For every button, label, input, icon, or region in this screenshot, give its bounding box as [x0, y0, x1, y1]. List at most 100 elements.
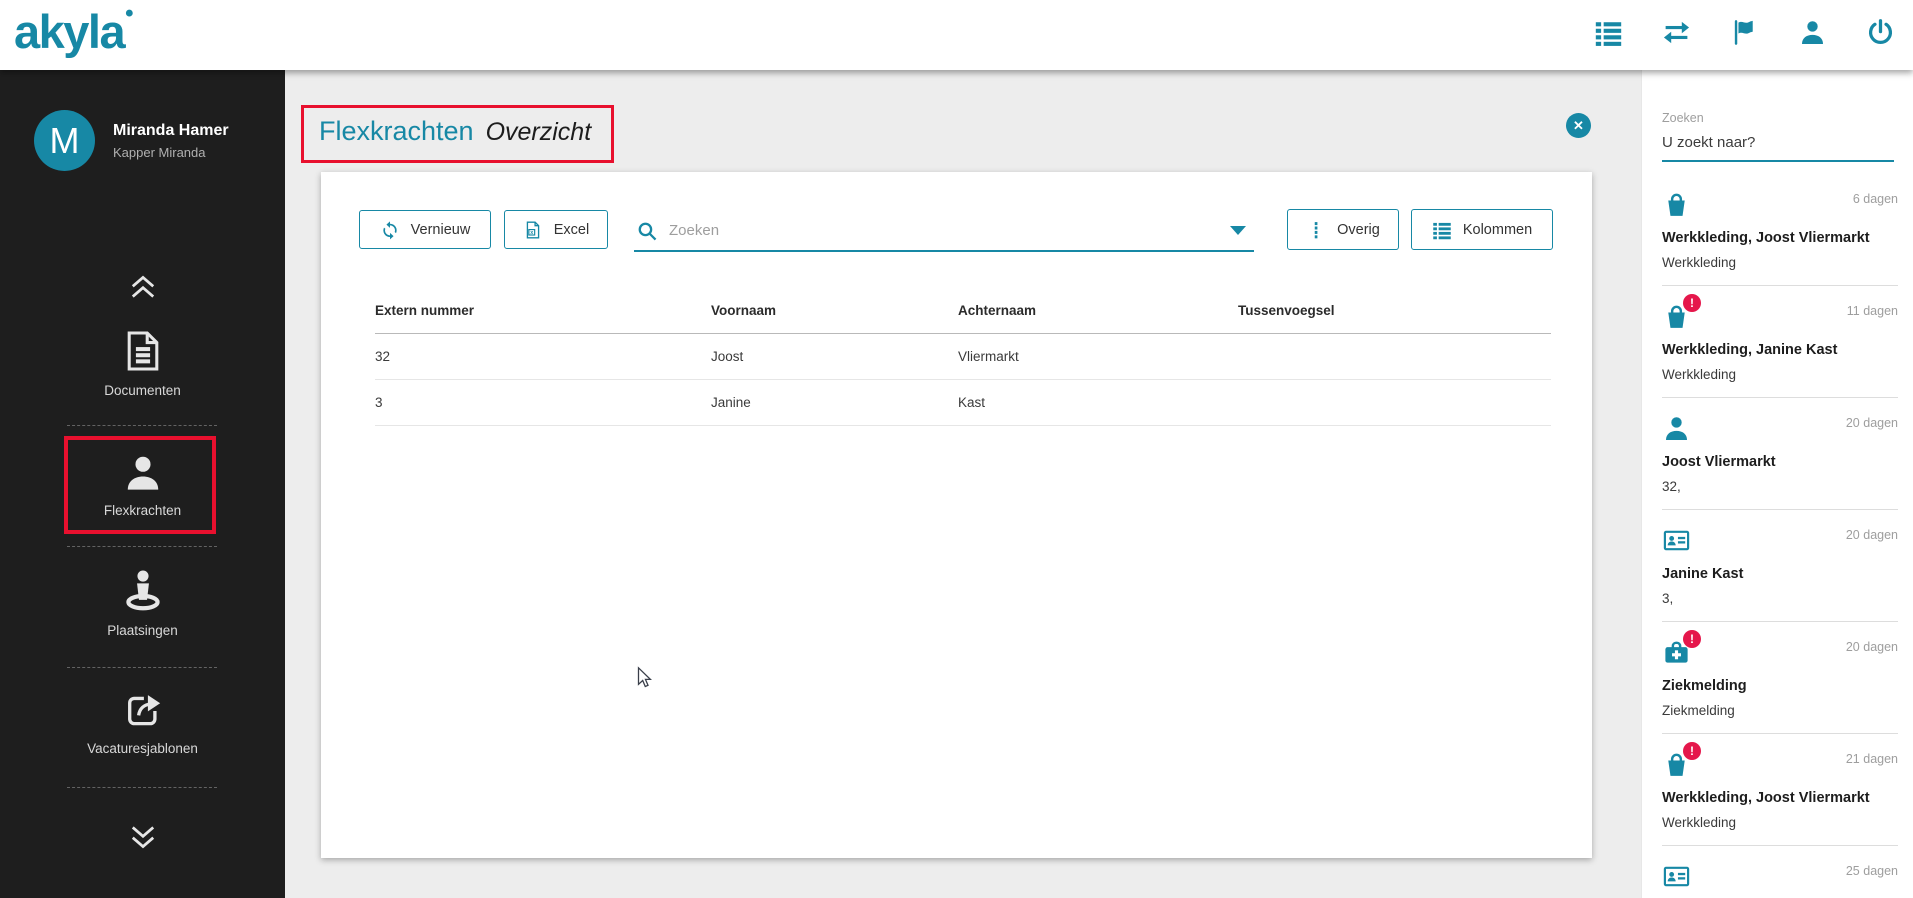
table-body: 32 Joost Vliermarkt 3 Janine Kast	[375, 334, 1551, 426]
user-icon[interactable]	[1798, 18, 1827, 47]
notification-header: 20 dagen	[1662, 414, 1898, 443]
sidebar-scroll-up[interactable]	[0, 272, 285, 302]
notification-age: 20 dagen	[1845, 416, 1898, 430]
bag-icon	[1662, 190, 1691, 219]
notification-title: Ziekmelding	[1662, 678, 1747, 694]
notification-item[interactable]: 25 dagen	[1662, 846, 1898, 898]
document-icon	[120, 328, 166, 374]
left-sidebar: M Miranda Hamer Kapper Miranda Documente…	[0, 70, 285, 898]
table-cell: Vliermarkt	[958, 349, 1019, 364]
notification-header: ! 11 dagen	[1662, 294, 1898, 331]
notification-item[interactable]: ! 20 dagen Ziekmelding Ziekmelding	[1662, 622, 1898, 734]
alert-badge: !	[1683, 630, 1701, 648]
user-profile[interactable]: M Miranda Hamer Kapper Miranda	[34, 110, 229, 171]
user-subtitle: Kapper Miranda	[113, 144, 206, 160]
close-icon[interactable]: ✕	[1566, 113, 1591, 138]
page-subtitle: Overzicht	[485, 118, 592, 146]
notification-title: Werkkleding, Joost Vliermarkt	[1662, 230, 1870, 246]
sidebar-divider	[67, 546, 217, 547]
notification-title: Werkkleding, Joost Vliermarkt	[1662, 790, 1870, 806]
sidebar-item-label: Vacaturesjablonen	[87, 741, 198, 756]
sidebar-item-documenten[interactable]: Documenten	[0, 328, 285, 398]
table-cell: 32	[375, 349, 391, 364]
sidebar-divider	[67, 667, 217, 668]
user-name: Miranda Hamer	[113, 121, 229, 139]
kolommen-button[interactable]: Kolommen	[1411, 209, 1553, 250]
flexkrachten-table: Extern nummer Voornaam Achternaam Tussenvoe…	[375, 290, 1551, 426]
column-header[interactable]: Extern nummer	[375, 290, 711, 333]
notification-age: 20 dagen	[1845, 528, 1898, 542]
refresh-button[interactable]: Vernieuw	[359, 210, 491, 249]
overig-button-label: Overig	[1337, 221, 1380, 238]
notification-item[interactable]: ! 21 dagen Werkkleding, Joost Vliermarkt We…	[1662, 734, 1898, 846]
search-input[interactable]	[669, 222, 1230, 239]
chevron-down-icon[interactable]	[1230, 226, 1246, 235]
refresh-icon	[380, 220, 400, 240]
sidebar-divider	[67, 425, 217, 426]
column-header[interactable]: Achternaam	[958, 290, 1238, 333]
svg-text:x: x	[530, 230, 533, 236]
notification-item[interactable]: 6 dagen Werkkleding, Joost Vliermarkt Werk…	[1662, 174, 1898, 286]
notification-title: Janine Kast	[1662, 566, 1744, 582]
notification-age: 25 dagen	[1845, 864, 1898, 878]
table-cell: Janine	[711, 395, 751, 410]
flag-icon[interactable]	[1730, 18, 1759, 47]
search-icon	[636, 220, 658, 242]
chevrons-down-icon	[126, 822, 160, 852]
excel-file-icon: x	[523, 220, 543, 240]
annotation-box-sidebar	[64, 436, 216, 534]
akyla-logo: akyla•	[14, 0, 134, 58]
alert-badge: !	[1683, 742, 1701, 760]
topbar-icon-group	[1594, 18, 1895, 47]
medical-icon: !	[1662, 630, 1701, 667]
notification-subtitle: 32,	[1662, 479, 1681, 494]
sidebar-item-plaatsingen[interactable]: Plaatsingen	[0, 568, 285, 638]
notification-item[interactable]: ! 11 dagen Werkkleding, Janine Kast Werkkle…	[1662, 286, 1898, 398]
table-row[interactable]: 3 Janine Kast	[375, 380, 1551, 426]
sidebar-divider	[67, 787, 217, 788]
panel-search-input[interactable]	[1662, 129, 1894, 162]
placement-icon	[120, 568, 166, 614]
table-header-row: Extern nummer Voornaam Achternaam Tussenvoe…	[375, 290, 1551, 334]
notification-age: 6 dagen	[1852, 192, 1898, 206]
sidebar-item-label: Documenten	[104, 383, 181, 398]
column-header[interactable]: Voornaam	[711, 290, 958, 333]
notifications-panel: Zoeken 6 dagen Werkkleding, Joost Vlierma…	[1641, 70, 1913, 898]
logo-dot: •	[125, 0, 133, 27]
list-icon[interactable]	[1594, 18, 1623, 47]
power-icon[interactable]	[1866, 18, 1895, 47]
content-card: Vernieuw x Excel Overig Kolommen Extern …	[321, 172, 1592, 858]
notification-subtitle: Werkkleding	[1662, 255, 1737, 270]
bag-icon: !	[1662, 294, 1701, 331]
panel-search-label: Zoeken	[1662, 111, 1704, 125]
table-cell: Joost	[711, 349, 744, 364]
overig-button[interactable]: Overig	[1287, 209, 1399, 250]
kebab-menu-icon	[1306, 220, 1326, 240]
annotation-box-title: Flexkrachten Overzicht	[301, 105, 615, 163]
notification-age: 21 dagen	[1845, 752, 1898, 766]
notification-item[interactable]: 20 dagen Joost Vliermarkt 32,	[1662, 398, 1898, 510]
table-cell	[1238, 342, 1551, 372]
share-icon	[122, 690, 164, 732]
swap-icon[interactable]	[1662, 18, 1691, 47]
notification-subtitle: Werkkleding	[1662, 815, 1737, 830]
sidebar-item-vacaturesjablonen[interactable]: Vacaturesjablonen	[0, 690, 285, 756]
alert-badge: !	[1683, 294, 1701, 312]
notification-header: 25 dagen	[1662, 862, 1898, 891]
table-cell	[1238, 388, 1551, 418]
top-bar: akyla•	[0, 0, 1913, 70]
column-header[interactable]: Tussenvoegsel	[1238, 290, 1551, 333]
excel-export-button[interactable]: x Excel	[504, 210, 608, 249]
notification-header: 20 dagen	[1662, 526, 1898, 555]
avatar: M	[34, 110, 95, 171]
bag-icon: !	[1662, 742, 1701, 779]
notification-item[interactable]: 20 dagen Janine Kast 3,	[1662, 510, 1898, 622]
notification-age: 20 dagen	[1845, 640, 1898, 654]
notification-subtitle: Ziekmelding	[1662, 703, 1735, 718]
table-search-field	[634, 211, 1254, 252]
sidebar-scroll-down[interactable]	[0, 822, 285, 852]
idcard-icon	[1662, 526, 1691, 555]
table-row[interactable]: 32 Joost Vliermarkt	[375, 334, 1551, 380]
notification-header: ! 20 dagen	[1662, 630, 1898, 667]
main-content: Flexkrachten Overzicht ✕ Vernieuw x Excel…	[285, 70, 1641, 898]
